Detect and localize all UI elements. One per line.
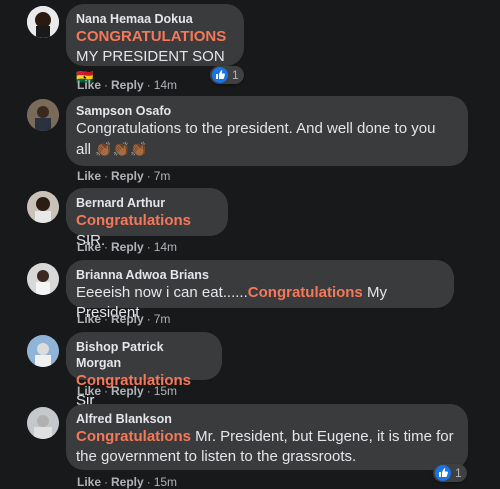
comment-bubble: Alfred Blankson Congratulations Mr. Pres… bbox=[66, 404, 468, 470]
avatar[interactable] bbox=[27, 191, 59, 223]
reaction-number: 1 bbox=[232, 68, 239, 82]
like-button[interactable]: Like bbox=[77, 78, 101, 92]
comment-bubble: Bishop Patrick Morgan Congratulations Si… bbox=[66, 332, 222, 409]
comment-text: Congratulations to the president. And we… bbox=[76, 120, 436, 137]
reply-button[interactable]: Reply bbox=[111, 78, 144, 92]
highlighted-text: Congratulations bbox=[76, 212, 191, 229]
comment-author[interactable]: Brianna Adwoa Brians bbox=[76, 267, 442, 283]
highlighted-text: CONGRATULATIONS bbox=[76, 28, 227, 45]
comment-time[interactable]: 7m bbox=[154, 169, 171, 183]
comment-actions: Like · Reply · 7m bbox=[77, 169, 171, 183]
like-button[interactable]: Like bbox=[77, 169, 101, 183]
reply-button[interactable]: Reply bbox=[111, 312, 144, 326]
reply-button[interactable]: Reply bbox=[111, 384, 144, 398]
comment-author[interactable]: Bernard Arthur bbox=[76, 195, 216, 211]
comment-time[interactable]: 15m bbox=[154, 384, 177, 398]
comment-bubble: Bernard Arthur Congratulations SIR. bbox=[66, 188, 228, 249]
avatar[interactable] bbox=[27, 99, 59, 131]
comment-bubble: Nana Hemaa Dokua CONGRATULATIONS MY PRES… bbox=[66, 4, 244, 85]
avatar[interactable] bbox=[27, 6, 59, 38]
comment-time[interactable]: 15m bbox=[154, 475, 177, 489]
comment-actions: Like · Reply · 14m bbox=[77, 78, 178, 92]
reaction-number: 1 bbox=[455, 466, 462, 480]
like-button[interactable]: Like bbox=[77, 312, 101, 326]
reaction-count[interactable]: 1 bbox=[433, 464, 467, 482]
highlighted-text: Congratulations bbox=[76, 428, 191, 445]
reaction-count[interactable]: 1 bbox=[210, 66, 244, 84]
avatar[interactable] bbox=[27, 263, 59, 295]
comment-author[interactable]: Alfred Blankson bbox=[76, 411, 456, 427]
comment-text-line2: all 👏🏾👏🏾👏🏾 bbox=[76, 141, 148, 158]
avatar[interactable] bbox=[27, 335, 59, 367]
comment-time[interactable]: 14m bbox=[154, 78, 177, 92]
reply-button[interactable]: Reply bbox=[111, 240, 144, 254]
comment-author[interactable]: Sampson Osafo bbox=[76, 103, 456, 119]
like-button[interactable]: Like bbox=[77, 384, 101, 398]
avatar[interactable] bbox=[27, 407, 59, 439]
clapping-hands-emoji: 👏🏾👏🏾👏🏾 bbox=[95, 141, 148, 157]
like-button[interactable]: Like bbox=[77, 240, 101, 254]
like-reaction-icon bbox=[212, 67, 228, 83]
comment-bubble: Sampson Osafo Congratulations to the pre… bbox=[66, 96, 468, 166]
reply-button[interactable]: Reply bbox=[111, 169, 144, 183]
reply-button[interactable]: Reply bbox=[111, 475, 144, 489]
like-button[interactable]: Like bbox=[77, 475, 101, 489]
comment-actions: Like · Reply · 15m bbox=[77, 475, 178, 489]
comment-bubble: Brianna Adwoa Brians Eeeeish now i can e… bbox=[66, 260, 454, 321]
comment-actions: Like · Reply · 14m bbox=[77, 240, 178, 254]
comment-text-line2: the government to listen to the grassroo… bbox=[76, 448, 357, 465]
like-reaction-icon bbox=[435, 465, 451, 481]
comment-actions: Like · Reply · 7m bbox=[77, 312, 171, 326]
comment-time[interactable]: 7m bbox=[154, 312, 171, 326]
highlighted-text: Congratulations bbox=[247, 284, 363, 301]
comment-actions: Like · Reply · 15m bbox=[77, 384, 178, 398]
comment-author[interactable]: Bishop Patrick Morgan bbox=[76, 339, 210, 371]
comment-time[interactable]: 14m bbox=[154, 240, 177, 254]
comment-text: Congratulations Mr. President, but Eugen… bbox=[76, 428, 454, 445]
comment-author[interactable]: Nana Hemaa Dokua bbox=[76, 11, 232, 27]
